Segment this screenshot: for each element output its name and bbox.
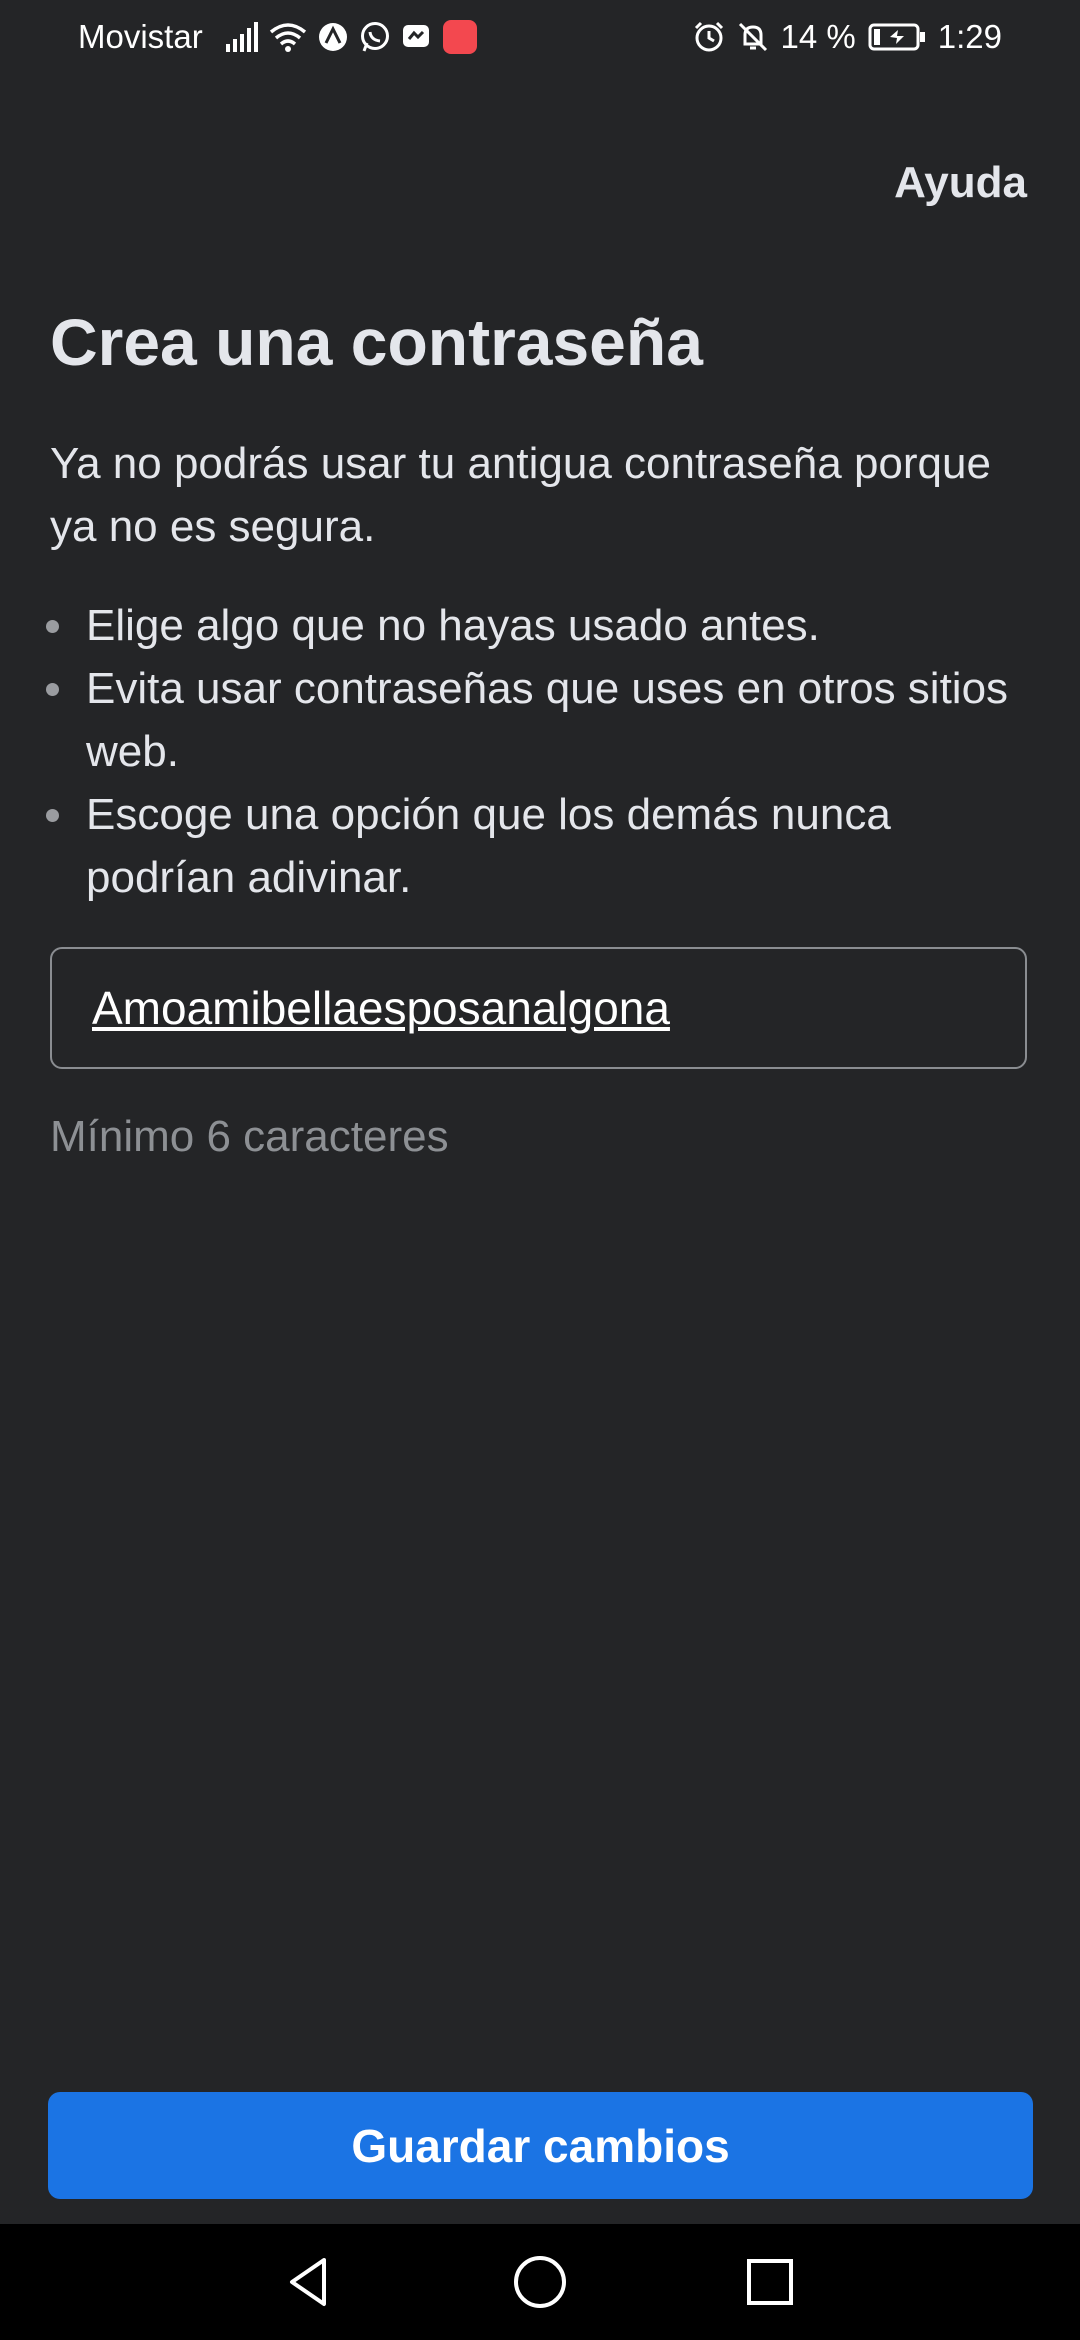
- signal-icon: [225, 22, 259, 52]
- password-field[interactable]: [50, 947, 1027, 1069]
- battery-percent: 14 %: [780, 18, 856, 55]
- whatsapp-icon: [359, 21, 391, 53]
- password-input[interactable]: [92, 981, 972, 1035]
- help-link[interactable]: Ayuda: [894, 158, 1027, 208]
- tip-text: Evita usar contraseñas que uses en otros…: [86, 664, 1009, 776]
- password-hint: Mínimo 6 caracteres: [50, 1112, 449, 1161]
- save-changes-button[interactable]: Guardar cambios: [48, 2092, 1033, 2199]
- list-item: Evita usar contraseñas que uses en otros…: [40, 657, 1040, 783]
- password-tips-list: Elige algo que no hayas usado antes. Evi…: [40, 594, 1040, 909]
- alarm-icon: [693, 21, 725, 53]
- clock-time: 1:29: [937, 18, 1002, 55]
- tip-text: Escoge una opción que los demás nunca po…: [86, 790, 891, 902]
- tip-text: Elige algo que no hayas usado antes.: [86, 601, 820, 650]
- page-description: Ya no podrás usar tu antigua contraseña …: [50, 439, 991, 551]
- list-item: Escoge una opción que los demás nunca po…: [40, 783, 1040, 909]
- page-title: Crea una contraseña: [50, 305, 703, 379]
- bullet-icon: [46, 809, 59, 822]
- bullet-icon: [46, 683, 59, 696]
- wifi-icon: [269, 22, 307, 52]
- status-right: 14 % 1:29: [693, 18, 1002, 56]
- no-disturb-app-icon: [317, 21, 349, 53]
- battery-charging-icon: [868, 22, 926, 52]
- recents-icon[interactable]: [740, 2252, 800, 2312]
- status-left: Movistar: [78, 18, 477, 56]
- bullet-icon: [46, 620, 59, 633]
- status-bar: Movistar 14 % 1:29: [0, 0, 1080, 74]
- notifications-off-icon: [737, 21, 769, 53]
- carrier-name: Movistar: [78, 18, 203, 55]
- back-icon[interactable]: [280, 2252, 340, 2312]
- status-icons-left: [225, 20, 477, 54]
- home-icon[interactable]: [510, 2252, 570, 2312]
- list-item: Elige algo que no hayas usado antes.: [40, 594, 1040, 657]
- app-gallery-icon: [442, 20, 477, 54]
- navigation-bar: [0, 2224, 1080, 2340]
- messenger-icon: [401, 21, 433, 53]
